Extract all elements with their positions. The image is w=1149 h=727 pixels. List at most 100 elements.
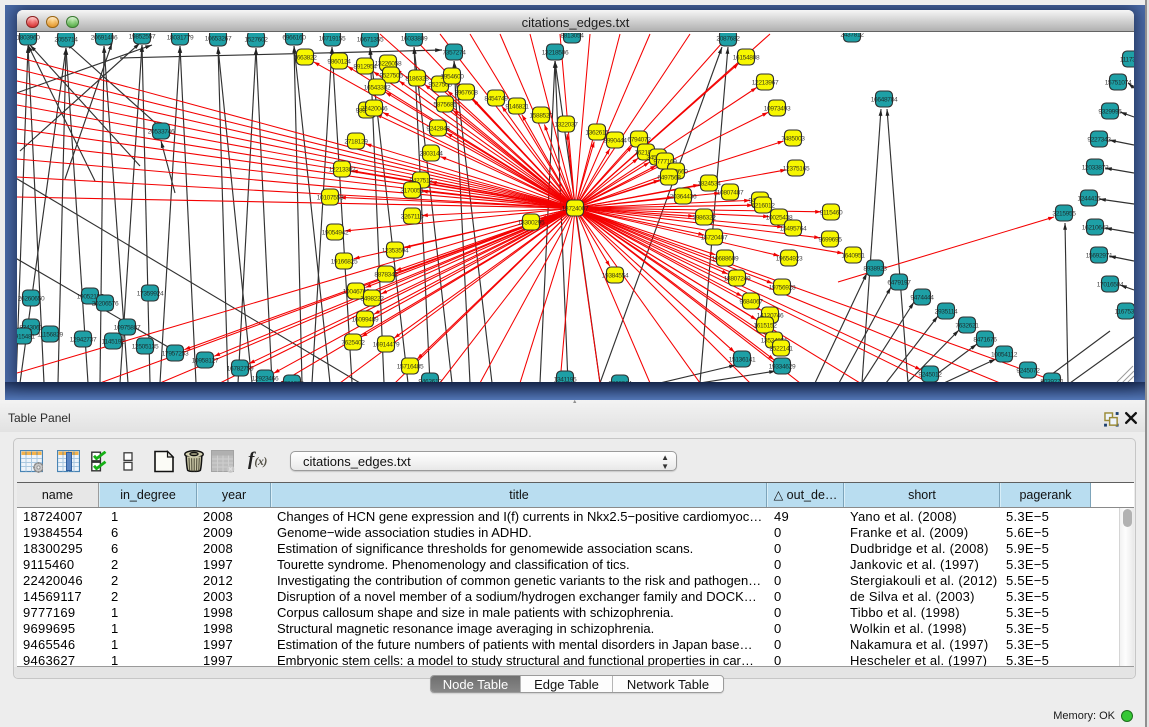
svg-text:16648784: 16648784	[871, 96, 898, 103]
svg-text:7485003: 7485003	[781, 135, 805, 142]
svg-text:12033872: 12033872	[1082, 164, 1109, 171]
svg-text:12375165: 12375165	[783, 165, 810, 172]
svg-text:16099489: 16099489	[352, 316, 379, 323]
svg-text:8454749: 8454749	[484, 95, 508, 102]
svg-text:16154808: 16154808	[733, 54, 760, 61]
svg-text:8186328: 8186328	[405, 75, 429, 82]
svg-text:10975887: 10975887	[114, 324, 141, 331]
svg-text:9242848: 9242848	[426, 125, 450, 132]
svg-text:9227342: 9227342	[1087, 136, 1111, 143]
svg-text:7663822: 7663822	[293, 54, 317, 61]
svg-text:1341195: 1341195	[554, 376, 577, 382]
svg-text:6479197: 6479197	[887, 279, 911, 286]
svg-text:6794072: 6794072	[627, 136, 651, 143]
svg-text:3215955: 3215955	[1052, 210, 1076, 217]
svg-text:7625402: 7625402	[341, 339, 365, 346]
svg-text:9245012: 9245012	[918, 371, 942, 378]
svg-text:19756928: 19756928	[769, 284, 796, 291]
svg-text:19054942: 19054942	[322, 229, 349, 236]
svg-text:18724007: 18724007	[562, 205, 589, 212]
svg-text:20206576: 20206576	[92, 300, 119, 307]
svg-text:9146821: 9146821	[505, 103, 529, 110]
svg-text:10107553: 10107553	[317, 194, 344, 201]
svg-text:19384554: 19384554	[602, 272, 629, 279]
svg-text:2803144: 2803144	[419, 150, 443, 157]
svg-text:1588520: 1588520	[529, 112, 553, 119]
svg-text:10719155: 10719155	[319, 35, 346, 42]
svg-text:16914479: 16914479	[373, 341, 400, 348]
svg-text:8039271: 8039271	[1040, 378, 1064, 382]
svg-text:22420046: 22420046	[361, 105, 388, 112]
svg-text:19166825: 19166825	[331, 258, 358, 265]
svg-text:10807487: 10807487	[717, 189, 744, 196]
svg-text:17957253: 17957253	[162, 350, 189, 357]
svg-text:16782759: 16782759	[227, 365, 254, 372]
svg-text:1117326: 1117326	[1120, 56, 1134, 63]
svg-text:2522141: 2522141	[769, 345, 793, 352]
svg-text:11156829: 11156829	[37, 331, 63, 338]
svg-text:26260650: 26260650	[18, 295, 45, 302]
svg-text:10054112: 10054112	[991, 351, 1018, 358]
svg-text:20533746: 20533746	[148, 128, 175, 135]
svg-text:1640951: 1640951	[841, 252, 865, 259]
svg-text:18807249: 18807249	[724, 275, 751, 282]
svg-text:15495764: 15495764	[780, 225, 807, 232]
svg-text:12505135: 12505135	[132, 343, 159, 350]
svg-text:2718129: 2718129	[344, 138, 368, 145]
svg-text:2437812: 2437812	[840, 33, 864, 38]
svg-text:15751074: 15751074	[1105, 79, 1132, 86]
svg-text:19654923: 19654923	[776, 255, 803, 262]
svg-text:12923466: 12923466	[252, 375, 279, 382]
svg-text:17359924: 17359924	[137, 290, 164, 297]
svg-text:10973493: 10973493	[764, 105, 791, 112]
svg-text:1615152: 1615152	[753, 322, 777, 329]
svg-text:20691406: 20691406	[91, 34, 118, 41]
svg-text:12213967: 12213967	[752, 79, 779, 86]
svg-text:15136141: 15136141	[729, 356, 756, 363]
svg-text:16543382: 16543382	[364, 84, 391, 91]
svg-text:5875685: 5875685	[433, 101, 457, 108]
svg-text:8878342: 8878342	[374, 271, 398, 278]
svg-text:12942737: 12942737	[70, 336, 97, 343]
svg-text:8990444: 8990444	[603, 137, 627, 144]
svg-text:9863964: 9863964	[608, 380, 632, 382]
svg-text:9684067: 9684067	[739, 298, 763, 305]
svg-text:19334629: 19334629	[769, 363, 796, 370]
svg-text:7632621: 7632621	[955, 322, 979, 329]
svg-text:15716485: 15716485	[397, 363, 424, 370]
svg-text:9699695: 9699695	[818, 236, 842, 243]
svg-text:1824534: 1824534	[697, 180, 721, 187]
svg-text:12213382: 12213382	[329, 166, 356, 173]
svg-text:3915481: 3915481	[17, 333, 35, 340]
svg-text:7986322: 7986322	[692, 214, 716, 221]
svg-text:2055714: 2055714	[54, 36, 78, 43]
svg-text:1322037: 1322037	[554, 121, 578, 128]
svg-text:9527505: 9527505	[379, 72, 403, 79]
svg-text:18300295: 18300295	[518, 219, 545, 226]
svg-text:8912954: 8912954	[353, 63, 377, 70]
svg-text:6497568: 6497568	[657, 174, 681, 181]
svg-text:10688609: 10688609	[712, 255, 739, 262]
svg-text:2087682: 2087682	[716, 35, 740, 42]
svg-text:6966160: 6966160	[282, 34, 306, 41]
svg-text:9860124: 9860124	[327, 58, 351, 65]
svg-text:3170051: 3170051	[400, 187, 424, 194]
svg-text:20364436: 20364436	[670, 193, 697, 200]
svg-text:9031938: 9031938	[280, 380, 304, 382]
svg-text:9329996: 9329996	[1098, 108, 1122, 115]
svg-text:19852557: 19852557	[129, 33, 156, 40]
svg-text:9474444: 9474444	[910, 294, 934, 301]
svg-text:10958127: 10958127	[192, 357, 219, 364]
svg-text:3267110: 3267110	[401, 213, 424, 220]
svg-text:17016504: 17016504	[1097, 281, 1124, 288]
svg-text:16033809: 16033809	[401, 35, 428, 42]
svg-text:13218506: 13218506	[542, 49, 569, 56]
svg-text:2935114: 2935114	[935, 308, 958, 315]
svg-text:18031779: 18031779	[167, 34, 194, 41]
svg-text:1244415: 1244415	[1077, 195, 1101, 202]
svg-text:9245072: 9245072	[1016, 367, 1040, 374]
svg-text:7357274: 7357274	[442, 49, 466, 56]
svg-text:2967608: 2967608	[454, 89, 478, 96]
svg-text:13226058: 13226058	[375, 60, 402, 67]
svg-text:10653267: 10653267	[205, 35, 232, 42]
